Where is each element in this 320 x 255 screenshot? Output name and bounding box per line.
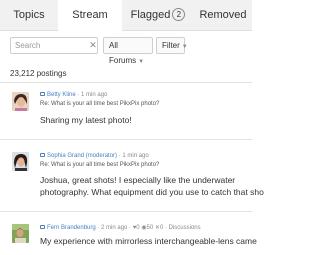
post-time: · 1 min ago [117, 153, 149, 159]
author-link[interactable]: Betty Kline [47, 92, 76, 98]
forums-dropdown-label: All Forums [109, 41, 137, 65]
avatar[interactable] [12, 152, 29, 171]
post-category[interactable]: Discussions [169, 225, 201, 231]
post-body-line: Joshua, great shots! I especially like t… [40, 175, 236, 185]
post-meta: Betty Kline · 1 min ago [40, 92, 107, 98]
post-body: My experience with mirrorless interchang… [40, 236, 257, 246]
post-meta: Fern Brandenburg · 2 min ago · ♥0 ◉50 ✕0… [40, 224, 201, 231]
avatar[interactable] [12, 92, 29, 111]
clear-search-icon[interactable]: ✕ [88, 40, 98, 50]
postings-count: 23,212 postings [10, 69, 67, 78]
forums-dropdown[interactable]: All Forums ▼ [103, 37, 153, 65]
filter-dropdown-label: Filter [162, 41, 180, 50]
divider [0, 139, 252, 140]
author-link[interactable]: Fern Brandenburg [47, 225, 96, 231]
tab-topics[interactable]: Topics [0, 0, 58, 30]
message-icon [40, 92, 45, 96]
post-time: · 2 min ago · [95, 225, 133, 231]
post-time: · 1 min ago [75, 92, 108, 98]
discussion-icon [40, 225, 45, 229]
comments-count: 50 [146, 225, 154, 231]
avatar[interactable] [12, 224, 29, 243]
post-meta: Sophia Grand (moderator) · 1 min ago [40, 153, 149, 159]
reply-subject[interactable]: Re: What is your all time best PikxPix p… [40, 162, 159, 168]
user-photo-icon [12, 152, 29, 171]
filter-dropdown[interactable]: Filter ▼ [156, 37, 188, 54]
tab-removed[interactable]: Removed [194, 0, 252, 30]
chevron-down-icon: ▼ [138, 59, 145, 65]
reply-subject[interactable]: Re: What is your all time best PikxPix p… [40, 101, 159, 107]
post-body: Sharing my latest photo! [40, 115, 132, 125]
tab-flagged-label: Flagged [130, 9, 171, 21]
tab-stream[interactable]: Stream [58, 0, 122, 31]
divider [0, 82, 252, 83]
likes-count: 0 [136, 225, 140, 231]
tab-bar: Topics Stream Flagged 2 Removed [0, 0, 252, 31]
user-photo-icon [12, 92, 29, 111]
search-input[interactable] [10, 37, 98, 54]
flagged-count-badge: 2 [172, 8, 186, 21]
author-link[interactable]: Sophia Grand (moderator) [47, 153, 117, 159]
chevron-down-icon: ▼ [181, 44, 188, 50]
divider [0, 211, 252, 212]
tab-flagged[interactable]: Flagged 2 [122, 0, 194, 30]
user-photo-icon [12, 224, 29, 243]
message-icon [40, 153, 45, 157]
post-body-line: photography. What equipment did you use … [40, 187, 264, 197]
